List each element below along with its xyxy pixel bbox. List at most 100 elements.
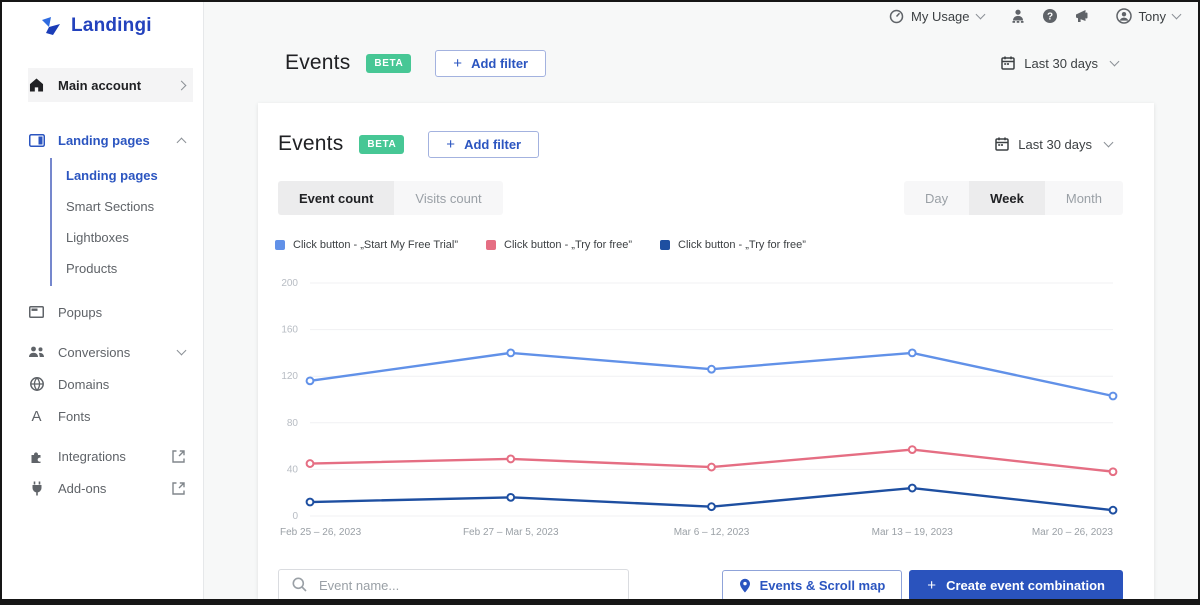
x-tick-label: Mar 13 – 19, 2023 bbox=[872, 527, 954, 538]
globe-icon bbox=[28, 376, 45, 392]
period-tab-group: Day Week Month bbox=[904, 181, 1123, 215]
legend-item: Click button - „Try for free” bbox=[660, 239, 806, 251]
legend-label: Click button - „Try for free” bbox=[504, 239, 632, 251]
data-point bbox=[506, 492, 516, 502]
y-tick-label: 0 bbox=[292, 511, 298, 522]
plug-icon bbox=[28, 480, 45, 496]
external-link-icon bbox=[172, 449, 185, 463]
sidebar-item-landing-pages[interactable]: Landing pages bbox=[52, 160, 193, 191]
create-event-combination-button[interactable]: + Create event combination bbox=[909, 569, 1123, 599]
calendar-icon bbox=[1001, 56, 1016, 70]
event-name-input[interactable] bbox=[278, 569, 629, 599]
sidebar-item-domains[interactable]: Domains bbox=[28, 368, 193, 400]
main-content: Events BETA + Add filter Last 30 days Ev… bbox=[205, 2, 1198, 599]
date-range-label: Last 30 days bbox=[1024, 55, 1098, 71]
plus-icon: + bbox=[927, 576, 937, 594]
beta-badge: BETA bbox=[359, 134, 405, 154]
add-filter-label: Add filter bbox=[471, 55, 529, 71]
data-point bbox=[1108, 391, 1118, 401]
landingi-logo-icon bbox=[40, 15, 62, 37]
puzzle-icon bbox=[28, 448, 45, 464]
create-event-combination-label: Create event combination bbox=[946, 577, 1105, 593]
sidebar-item-lightboxes[interactable]: Lightboxes bbox=[52, 222, 193, 253]
data-point bbox=[305, 459, 315, 468]
landingi-logo[interactable]: Landingi bbox=[2, 2, 203, 37]
data-point bbox=[1108, 505, 1118, 515]
line-chart-svg: 0 40 80 120 160 200 Feb 25 – 26, 2023 Feb 27 – … bbox=[280, 278, 1118, 538]
y-tick-label: 160 bbox=[281, 325, 298, 336]
events-card: Events BETA + Add filter Last 30 days Ev… bbox=[258, 103, 1154, 599]
external-link-icon bbox=[172, 481, 185, 495]
sidebar-item-label: Integrations bbox=[58, 448, 126, 464]
chevron-right-icon bbox=[176, 80, 187, 90]
sidebar-item-label: Conversions bbox=[58, 344, 131, 360]
calendar-icon bbox=[995, 137, 1010, 151]
card-title: Events bbox=[278, 132, 344, 155]
chevron-up-icon bbox=[176, 137, 187, 147]
tab-visits-count[interactable]: Visits count bbox=[394, 181, 503, 215]
sidebar-item-main-account[interactable]: Main account bbox=[28, 68, 193, 102]
card-footer: Events & Scroll map + Create event combi… bbox=[258, 569, 1154, 599]
sidebar-item-smart-sections[interactable]: Smart Sections bbox=[52, 191, 193, 222]
tab-event-count[interactable]: Event count bbox=[278, 181, 395, 215]
date-range-picker[interactable]: Last 30 days bbox=[1001, 55, 1120, 71]
sidebar-item-label: Fonts bbox=[58, 408, 91, 424]
chart-legend: Click button - „Start My Free Trial” Clic… bbox=[275, 239, 806, 251]
sidebar-item-fonts[interactable]: A Fonts bbox=[28, 400, 193, 432]
data-point bbox=[907, 483, 917, 493]
sidebar-item-label: Domains bbox=[58, 376, 110, 392]
data-point bbox=[305, 376, 315, 386]
chart-controls: Event count Visits count Day Week Month bbox=[258, 181, 1154, 215]
conversions-icon bbox=[28, 344, 45, 360]
popups-icon bbox=[28, 304, 45, 320]
date-range-picker[interactable]: Last 30 days bbox=[995, 136, 1114, 152]
sidebar-item-integrations[interactable]: Integrations bbox=[28, 440, 193, 472]
plus-icon: + bbox=[446, 135, 456, 153]
x-tick-label: Feb 25 – 26, 2023 bbox=[280, 527, 362, 538]
y-tick-label: 120 bbox=[281, 371, 298, 382]
series-line bbox=[309, 351, 1114, 398]
data-point bbox=[707, 502, 716, 512]
data-point bbox=[305, 497, 315, 507]
sidebar-item-conversions[interactable]: Conversions bbox=[28, 336, 193, 368]
y-tick-label: 80 bbox=[287, 418, 299, 429]
tab-week[interactable]: Week bbox=[969, 181, 1045, 215]
sidebar-item-label: Add-ons bbox=[58, 480, 107, 496]
sidebar-item-popups[interactable]: Popups bbox=[28, 296, 193, 328]
event-search bbox=[278, 569, 629, 599]
tab-month[interactable]: Month bbox=[1044, 181, 1123, 215]
sidebar-group-label: Landing pages bbox=[58, 132, 150, 148]
data-point bbox=[907, 348, 917, 358]
app-window: Landingi Main account Landing pages Land… bbox=[0, 0, 1200, 605]
add-filter-button[interactable]: + Add filter bbox=[428, 130, 540, 158]
y-tick-label: 40 bbox=[287, 464, 299, 475]
plus-icon: + bbox=[453, 54, 463, 72]
tab-day[interactable]: Day bbox=[904, 181, 970, 215]
sidebar-group-landing-pages[interactable]: Landing pages bbox=[28, 124, 193, 156]
sidebar-item-products[interactable]: Products bbox=[52, 253, 193, 284]
data-point bbox=[907, 445, 917, 454]
card-header: Events BETA + Add filter Last 30 days bbox=[258, 127, 1154, 161]
data-point bbox=[1108, 467, 1118, 477]
legend-swatch-icon bbox=[275, 240, 285, 250]
data-point bbox=[506, 454, 516, 464]
landing-pages-submenu: Landing pages Smart Sections Lightboxes … bbox=[50, 158, 193, 286]
beta-badge: BETA bbox=[366, 53, 412, 73]
sidebar-item-label: Popups bbox=[58, 304, 103, 320]
sidebar: Landingi Main account Landing pages Land… bbox=[2, 2, 204, 599]
fonts-icon: A bbox=[31, 407, 42, 425]
landing-pages-icon bbox=[28, 132, 45, 148]
events-scroll-map-button[interactable]: Events & Scroll map bbox=[721, 569, 903, 599]
add-filter-label: Add filter bbox=[464, 136, 522, 152]
legend-item: Click button - „Start My Free Trial” bbox=[275, 239, 458, 251]
home-icon bbox=[28, 77, 45, 93]
search-icon bbox=[292, 577, 307, 592]
sidebar-item-add-ons[interactable]: Add-ons bbox=[28, 472, 193, 504]
data-point bbox=[707, 364, 716, 374]
chevron-down-icon bbox=[1109, 56, 1120, 67]
page-header: Events BETA + Add filter Last 30 days bbox=[205, 46, 1198, 80]
add-filter-button[interactable]: + Add filter bbox=[435, 49, 547, 77]
events-line-chart: 0 40 80 120 160 200 Feb 25 – 26, 2023 Feb 27 – … bbox=[272, 273, 1148, 541]
date-range-label: Last 30 days bbox=[1018, 136, 1092, 152]
legend-swatch-icon bbox=[660, 240, 670, 250]
